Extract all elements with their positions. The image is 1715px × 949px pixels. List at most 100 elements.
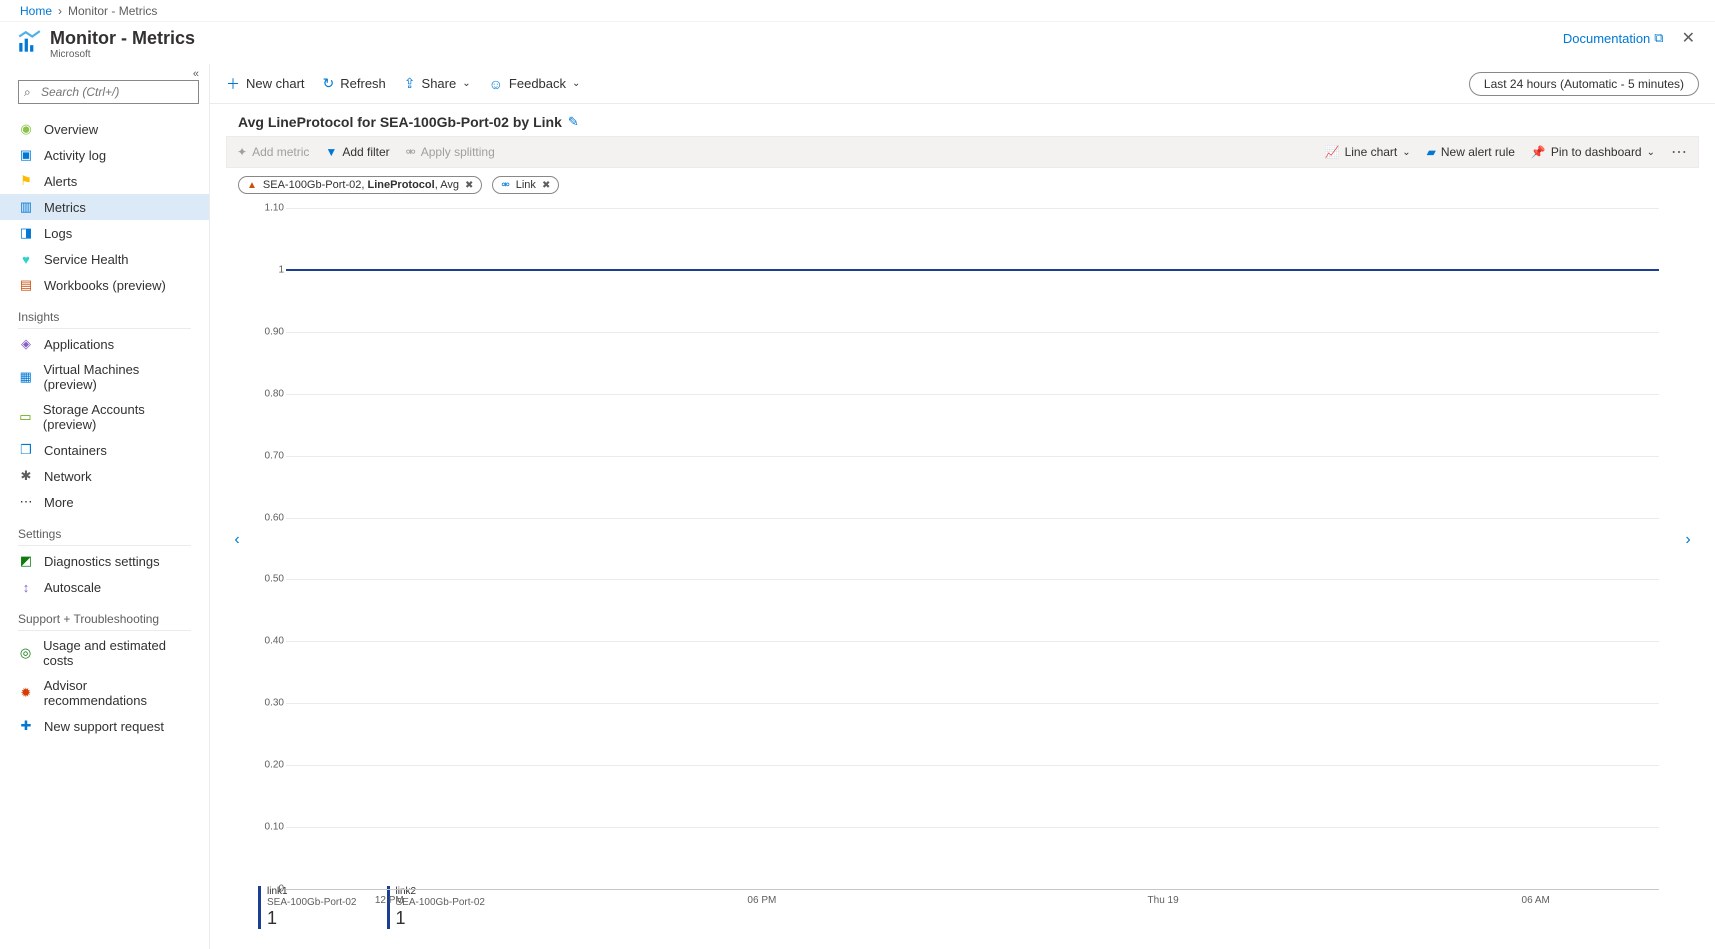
new-chart-button[interactable]: ＋New chart xyxy=(226,74,305,94)
nav-item-storage-accounts-preview-[interactable]: ▭ Storage Accounts (preview) xyxy=(0,397,209,437)
edit-title-icon[interactable]: ✎ xyxy=(568,114,579,130)
feedback-button[interactable]: ☺Feedback⌄ xyxy=(489,76,581,92)
time-range-picker[interactable]: Last 24 hours (Automatic - 5 minutes) xyxy=(1469,72,1699,96)
nav-item-usage-and-estimated-costs[interactable]: ◎ Usage and estimated costs xyxy=(0,633,209,673)
globe-icon: ◉ xyxy=(18,121,34,137)
refresh-icon: ↻ xyxy=(323,75,335,92)
usage-icon: ◎ xyxy=(18,645,33,661)
chart-legend: link1SEA-100Gb-Port-021link2SEA-100Gb-Po… xyxy=(210,882,1715,949)
nav-item-overview[interactable]: ◉ Overview xyxy=(0,116,209,142)
breadcrumb-current: Monitor - Metrics xyxy=(68,4,157,18)
nav-item-advisor-recommendations[interactable]: ✹ Advisor recommendations xyxy=(0,673,209,713)
metric-chip[interactable]: ▲ SEA-100Gb-Port-02, LineProtocol, Avg ✖ xyxy=(238,176,482,194)
pin-to-dashboard-button[interactable]: 📌Pin to dashboard⌄ xyxy=(1531,145,1655,159)
nav-label: Advisor recommendations xyxy=(44,678,191,708)
flag-icon: ⚑ xyxy=(18,173,34,189)
documentation-link[interactable]: Documentation ⧉ xyxy=(1563,30,1664,46)
bulb-icon: ◈ xyxy=(18,336,34,352)
share-button[interactable]: ⇪Share⌄ xyxy=(404,75,471,92)
legend-resource: SEA-100Gb-Port-02 xyxy=(267,897,357,908)
monitor-icon xyxy=(16,30,42,56)
nav-item-virtual-machines-preview-[interactable]: ▦Virtual Machines (preview) xyxy=(0,357,209,397)
add-filter-button[interactable]: ▼Add filter xyxy=(325,145,389,159)
legend-item[interactable]: link2SEA-100Gb-Port-021 xyxy=(387,886,486,929)
nav-item-containers[interactable]: ❒Containers xyxy=(0,437,209,463)
nav-label: Overview xyxy=(44,122,98,137)
nav-item-more[interactable]: ⋯More xyxy=(0,489,209,515)
nav-heading-settings: Settings xyxy=(0,521,209,545)
vm-icon: ▦ xyxy=(18,369,33,385)
nav-item-new-support-request[interactable]: ✚ New support request xyxy=(0,713,209,739)
sidebar: « ⌕ ◉Overview▣Activity log⚑Alerts▥Metric… xyxy=(0,64,210,949)
nav-item-logs[interactable]: ◨Logs xyxy=(0,220,209,246)
remove-chip-icon[interactable]: ✖ xyxy=(465,180,473,191)
smiley-icon: ☺ xyxy=(489,76,503,92)
chart-type-dropdown[interactable]: 📈Line chart⌄ xyxy=(1325,145,1411,159)
plus-icon: ＋ xyxy=(226,74,240,94)
apply-splitting-button[interactable]: ⚮Apply splitting xyxy=(406,145,495,159)
refresh-button[interactable]: ↻Refresh xyxy=(323,75,386,92)
nav-label: Service Health xyxy=(44,252,129,267)
nav-item-activity-log[interactable]: ▣Activity log xyxy=(0,142,209,168)
nav-label: Alerts xyxy=(44,174,77,189)
external-link-icon: ⧉ xyxy=(1654,30,1663,46)
nav-label: Logs xyxy=(44,226,72,241)
line-chart-icon: 📈 xyxy=(1325,145,1340,159)
collapse-sidebar-icon[interactable]: « xyxy=(0,68,209,80)
square-icon: ▣ xyxy=(18,147,34,163)
advisor-icon: ✹ xyxy=(18,685,34,701)
nav-item-service-health[interactable]: ♥ Service Health xyxy=(0,246,209,272)
support-icon: ✚ xyxy=(18,718,34,734)
nav-item-metrics[interactable]: ▥Metrics xyxy=(0,194,209,220)
chevron-down-icon: ⌄ xyxy=(1647,147,1655,158)
nav-item-diagnostics-settings[interactable]: ◩ Diagnostics settings xyxy=(0,548,209,574)
comment-icon: ▰ xyxy=(1427,145,1436,159)
nav-label: Diagnostics settings xyxy=(44,554,160,569)
new-alert-rule-button[interactable]: ▰New alert rule xyxy=(1427,145,1515,159)
filter-icon: ▼ xyxy=(325,145,337,159)
nav-heading-support: Support + Troubleshooting xyxy=(0,606,209,630)
more-menu-icon[interactable]: ⋯ xyxy=(1671,142,1688,162)
chart-next-icon[interactable]: › xyxy=(1679,198,1697,882)
nav-item-autoscale[interactable]: ↕ Autoscale xyxy=(0,574,209,600)
nav-item-applications[interactable]: ◈ Applications xyxy=(0,331,209,357)
metric-icon: ✦ xyxy=(237,145,247,159)
nav-label: Usage and estimated costs xyxy=(43,638,191,668)
breadcrumb: Home › Monitor - Metrics xyxy=(0,0,1715,22)
nav-item-network[interactable]: ✱Network xyxy=(0,463,209,489)
close-icon[interactable]: ✕ xyxy=(1678,28,1699,48)
legend-series-name: link2 xyxy=(396,886,486,897)
series-line xyxy=(286,269,1659,271)
remove-chip-icon[interactable]: ✖ xyxy=(542,180,550,191)
title-bar: Monitor - Metrics Microsoft Documentatio… xyxy=(0,22,1715,64)
nav-item-alerts[interactable]: ⚑ Alerts xyxy=(0,168,209,194)
legend-item[interactable]: link1SEA-100Gb-Port-021 xyxy=(258,886,357,929)
breadcrumb-home[interactable]: Home xyxy=(20,4,52,18)
book-icon: ▤ xyxy=(18,277,34,293)
search-input[interactable] xyxy=(18,80,199,104)
pin-icon: 📌 xyxy=(1531,145,1546,159)
link-icon: ⚮ xyxy=(501,180,509,191)
chevron-down-icon: ⌄ xyxy=(462,78,470,89)
nav-item-workbooks-preview-[interactable]: ▤ Workbooks (preview) xyxy=(0,272,209,298)
nav-label: Applications xyxy=(44,337,114,352)
nav-label: Autoscale xyxy=(44,580,101,595)
scale-icon: ↕ xyxy=(18,579,34,595)
nav-label: Containers xyxy=(44,443,107,458)
splitby-chip[interactable]: ⚮ Link ✖ xyxy=(492,176,559,194)
nav-label: New support request xyxy=(44,719,164,734)
chart-plot[interactable]: 00.100.200.300.400.500.600.700.800.9011.… xyxy=(246,198,1679,882)
chart-title: Avg LineProtocol for SEA-100Gb-Port-02 b… xyxy=(238,114,562,130)
add-metric-button[interactable]: ✦Add metric xyxy=(237,145,309,159)
nav-label: Storage Accounts (preview) xyxy=(43,402,191,432)
legend-resource: SEA-100Gb-Port-02 xyxy=(396,897,486,908)
diag-icon: ◩ xyxy=(18,553,34,569)
nav-label: Workbooks (preview) xyxy=(44,278,166,293)
chart-prev-icon[interactable]: ‹ xyxy=(228,198,246,882)
heart-icon: ♥ xyxy=(18,251,34,267)
bars-icon: ▥ xyxy=(18,199,34,215)
nav-label: More xyxy=(44,495,74,510)
storage-icon: ▭ xyxy=(18,409,33,425)
warning-icon: ▲ xyxy=(247,180,257,191)
legend-value: 1 xyxy=(396,908,486,929)
